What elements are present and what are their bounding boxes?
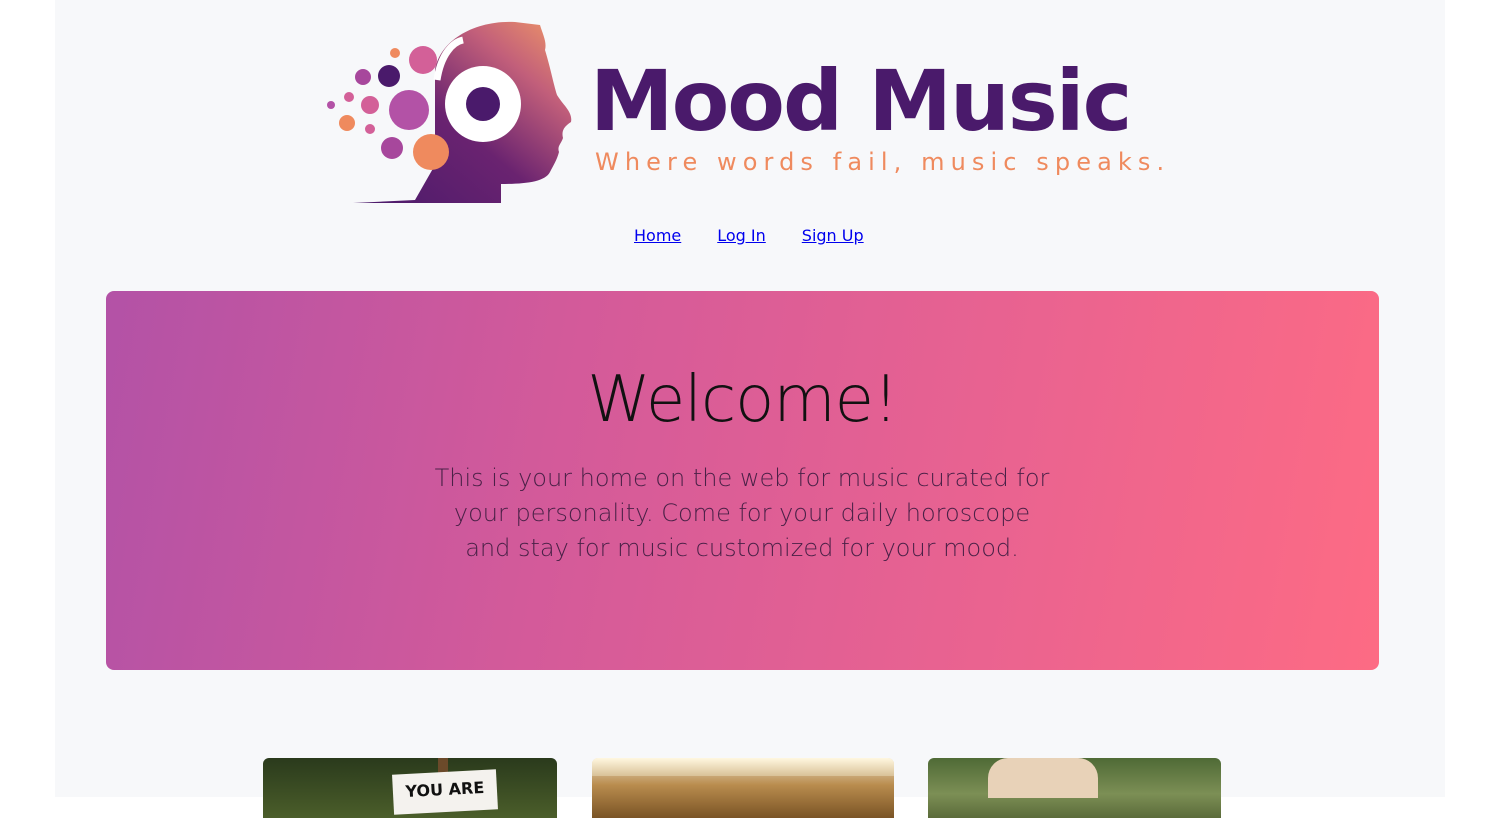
nav-link-log-in[interactable]: Log In [717,226,766,245]
feature-card-2[interactable] [592,758,894,818]
nav-link-home[interactable]: Home [634,226,681,245]
welcome-heading: Welcome! [587,363,898,437]
feature-card-3[interactable] [928,758,1221,818]
main-nav: Home Log In Sign Up [634,226,864,245]
feature-card-1[interactable]: YOU ARE [263,758,557,818]
welcome-text: This is your home on the web for music c… [434,464,1050,562]
head-with-headphones-icon [327,21,572,203]
site-logo[interactable]: Mood Music Where words fail, music speak… [325,20,1165,210]
card-image-sign-text: YOU ARE [392,769,498,815]
nav-link-sign-up[interactable]: Sign Up [802,226,864,245]
card-image-hand [988,758,1098,798]
site-title: Mood Music [590,52,1132,150]
card-image-interior [592,758,894,776]
site-tagline: Where words fail, music speaks. [595,148,1171,176]
